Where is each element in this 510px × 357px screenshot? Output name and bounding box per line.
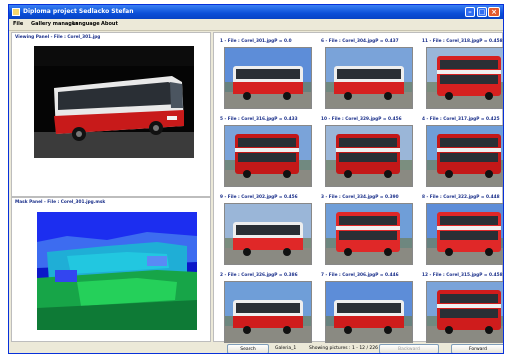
- mask-panel-label: Mask Panel - File : Corel_301.jpg.msk: [15, 200, 106, 205]
- title-bar: Diploma project Sedlacko Stefan – □ ×: [9, 5, 503, 19]
- gallery-panel: 1 - File : Corel_301.jpgP = 0.0 5 - File …: [213, 32, 503, 343]
- viewing-image: [34, 46, 194, 158]
- gallery-item-label: 12 - File : Corel_315.jpgP = 0.458: [422, 273, 503, 278]
- viewing-panel: Viewing Panel - File : Corel_301.jpg: [11, 32, 211, 197]
- gallery-item-label: 1 - File : Corel_301.jpgP = 0.0: [220, 39, 292, 44]
- maximize-button[interactable]: □: [477, 7, 487, 17]
- menu-bar: File Gallery manager Language About: [9, 19, 503, 31]
- gallery-thumbnail[interactable]: [325, 47, 413, 109]
- app-icon: [12, 8, 20, 16]
- gallery-item-label: 6 - File : Corel_304.jpgP = 0.437: [321, 39, 399, 44]
- gallery-item-label: 4 - File : Corel_317.jpgP = 0.425: [422, 117, 500, 122]
- viewing-panel-label: Viewing Panel - File : Corel_301.jpg: [15, 35, 101, 40]
- minimize-button[interactable]: –: [465, 7, 475, 17]
- menu-file[interactable]: File: [13, 19, 23, 30]
- menu-language[interactable]: Language: [72, 19, 100, 30]
- mask-image: [37, 212, 197, 330]
- search-button[interactable]: Search: [227, 344, 269, 353]
- gallery-item-label: 11 - File : Corel_318.jpgP = 0.458: [422, 39, 503, 44]
- close-button[interactable]: ×: [488, 7, 500, 17]
- gallery-item-label: 7 - File : Corel_306.jpgP = 0.446: [321, 273, 399, 278]
- gallery-thumbnail[interactable]: [325, 281, 413, 343]
- backward-button[interactable]: Backward: [379, 344, 439, 353]
- menu-about[interactable]: About: [101, 19, 118, 30]
- gallery-thumbnail[interactable]: [325, 203, 413, 265]
- forward-button[interactable]: Forward: [451, 344, 503, 353]
- gallery-thumbnail[interactable]: [325, 125, 413, 187]
- gallery-thumbnail[interactable]: [224, 125, 312, 187]
- gallery-item-label: 10 - File : Corel_329.jpgP = 0.456: [321, 117, 402, 122]
- gallery-thumbnail[interactable]: [426, 47, 503, 109]
- gallery-thumbnail[interactable]: [224, 281, 312, 343]
- mask-panel: Mask Panel - File : Corel_301.jpg.msk: [11, 197, 211, 342]
- gallery-thumbnail[interactable]: [426, 203, 503, 265]
- gallery-thumbnail[interactable]: [224, 203, 312, 265]
- gallery-item-label: 3 - File : Corel_334.jpgP = 0.390: [321, 195, 399, 200]
- gallery-thumbnail[interactable]: [426, 281, 503, 343]
- gallery-item-label: 8 - File : Corel_322.jpgP = 0.448: [422, 195, 500, 200]
- gallery-thumbnail[interactable]: [224, 47, 312, 109]
- bottom-bar: Search Galeria_1 Showing pictures : 1 - …: [9, 343, 503, 353]
- menu-gallery-manager[interactable]: Gallery manager: [31, 19, 78, 30]
- showing-status: Showing pictures : 1 - 12 / 226: [309, 346, 379, 351]
- gallery-item-label: 9 - File : Corel_302.jpgP = 0.456: [220, 195, 298, 200]
- app-window: Diploma project Sedlacko Stefan – □ × Fi…: [8, 4, 504, 354]
- window-title: Diploma project Sedlacko Stefan: [23, 8, 134, 15]
- gallery-item-label: 2 - File : Corel_326.jpgP = 0.386: [220, 273, 298, 278]
- gallery-name: Galeria_1: [275, 346, 297, 351]
- gallery-thumbnail[interactable]: [426, 125, 503, 187]
- gallery-item-label: 5 - File : Corel_316.jpgP = 0.433: [220, 117, 298, 122]
